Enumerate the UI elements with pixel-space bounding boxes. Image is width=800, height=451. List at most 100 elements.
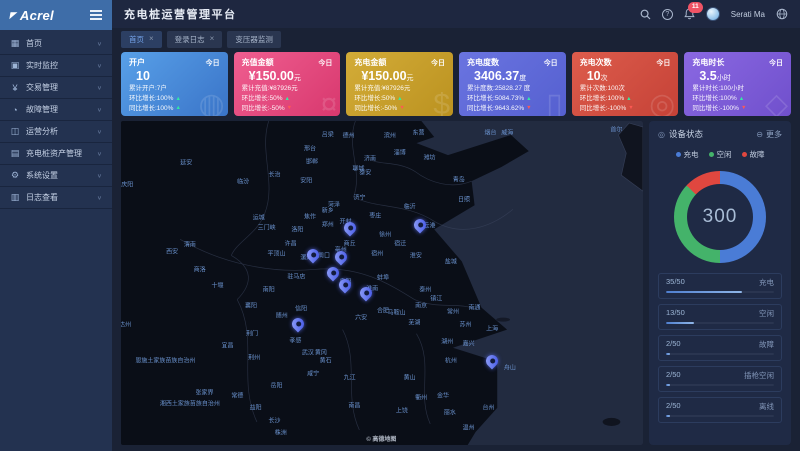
card-today-badge: 今日 [656, 58, 670, 68]
trend-up-icon: ▲ [397, 95, 402, 103]
help-icon[interactable]: ? [662, 9, 673, 20]
card-stat-text: 累计度数:25828.27 度 [467, 84, 530, 94]
status-count: 2/50 [666, 339, 681, 350]
legend-item-空闲[interactable]: 空闲 [709, 149, 732, 160]
sidebar-item-label: 充电桩资产管理 [26, 148, 91, 159]
notification-badge: 11 [688, 2, 703, 13]
status-row-top: 2/50插枪空闲 [666, 370, 774, 381]
app-window: ◤ Acrel ▦首页∨▣实时监控∨¥交易管理∨◔故障管理∨◫运营分析∨ ▤ 充电桩… [0, 0, 800, 451]
sidebar-item-日志查看[interactable]: ▥日志查看∨ [0, 187, 112, 209]
sidebar-item-系统设置[interactable]: ⚙系统设置∨ [0, 165, 112, 187]
analysis-icon: ◫ [10, 126, 20, 137]
notification-bell-icon[interactable]: 11 [684, 8, 695, 20]
status-count: 35/50 [666, 277, 685, 288]
sidebar-item-交易管理[interactable]: ¥交易管理∨ [0, 77, 112, 99]
card-stat-text: 同比增长:-50% [354, 104, 397, 114]
chevron-down-icon: ∨ [97, 194, 102, 200]
card-stat-text: 同比增长:-50% [242, 104, 285, 114]
china-map[interactable]: 吕梁延安临汾长治安阳邢台邯郸德州聊城济南泰安滨州东营淄博潍坊烟台威海青岛日照临沂… [121, 121, 643, 445]
card-stat-line: 环比增长:5084.73%▲ [467, 94, 558, 104]
trend-up-icon: ▲ [739, 95, 744, 103]
close-icon[interactable]: × [210, 35, 215, 43]
sidebar-menu: ▦首页∨▣实时监控∨¥交易管理∨◔故障管理∨◫运营分析∨▤充电桩资产管理∨⚙系统… [0, 30, 112, 451]
legend-label: 故障 [750, 149, 765, 160]
trend-down-icon: ▼ [399, 104, 404, 112]
status-label: 故障 [759, 339, 774, 350]
legend-item-故障[interactable]: 故障 [742, 149, 765, 160]
panel-header: ◎ 设备状态 ⊖ 更多 [658, 128, 782, 140]
sidebar-item-充电桩资产管理[interactable]: ▤充电桩资产管理∨ [0, 143, 112, 165]
card-stat-text: 累计充值:¥87926元 [242, 84, 298, 94]
card-value: ¥150.00元 [249, 69, 333, 83]
legend-item-充电[interactable]: 充电 [676, 149, 699, 160]
status-progress-fill [666, 291, 742, 293]
card-stat-line: 同比增长:-100%▼ [692, 104, 783, 114]
status-row-插枪空闲: 2/50插枪空闲 [658, 366, 782, 392]
sidebar-item-首页[interactable]: ▦首页∨ [0, 33, 112, 55]
sidebar-item-故障管理[interactable]: ◔故障管理∨ [0, 99, 112, 121]
chevron-down-icon: ∨ [97, 62, 102, 68]
card-stat-text: 累计时长:100小时 [692, 84, 744, 94]
chevron-down-icon: ∨ [97, 128, 102, 134]
card-stat-line: 同比增长:9643.62%▼ [467, 104, 558, 114]
card-today-badge: 今日 [431, 58, 445, 68]
transaction-icon: ¥ [10, 83, 20, 93]
card-stat-line: 累计开户:7户 [129, 84, 220, 94]
card-title: 开户 [129, 57, 145, 68]
legend-label: 空闲 [717, 149, 732, 160]
status-count: 13/50 [666, 308, 685, 319]
sidebar-item-label: 系统设置 [26, 170, 91, 181]
tab-变压器监测[interactable]: 变压器监测 [227, 31, 281, 48]
asset-icon: ▤ [10, 148, 20, 159]
language-globe-icon[interactable] [776, 8, 788, 20]
sidebar-item-label: 日志查看 [26, 192, 91, 203]
tab-label: 首页 [129, 34, 144, 45]
tab-bar: 首页×登录日志×变压器监测 [112, 28, 800, 50]
sidebar-item-运营分析[interactable]: ◫运营分析∨ [0, 121, 112, 143]
card-value: ¥150.00元 [361, 69, 445, 83]
card-stat-line: 同比增长:100%▲ [129, 104, 220, 114]
card-stat-line: 累计次数:100次 [580, 84, 671, 94]
status-row-故障: 2/50 故障 [658, 335, 782, 361]
card-stat-text: 环比增长:50% [354, 94, 395, 104]
map-background [121, 121, 643, 445]
card-stat-text: 同比增长:-100% [580, 104, 627, 114]
search-icon[interactable] [640, 9, 651, 20]
trend-down-icon: ▼ [628, 104, 633, 112]
status-progress-fill [666, 353, 670, 355]
panel-title: 设备状态 [669, 128, 703, 140]
card-stat-line: 累计时长:100小时 [692, 84, 783, 94]
card-stat-line: 累计度数:25828.27 度 [467, 84, 558, 94]
card-stat-text: 环比增长:100% [129, 94, 173, 104]
status-row-top: 2/50离线 [666, 401, 774, 412]
avatar[interactable] [706, 7, 720, 21]
chevron-down-icon: ∨ [97, 172, 102, 178]
stat-card-充电次数: 充电次数今日10次累计次数:100次环比增长:100%▲同比增长:-100%▼◎ [572, 52, 679, 116]
stat-cards-row: 开户今日10累计开户:7户环比增长:100%▲同比增长:100%▲◍充值金额今日… [112, 50, 800, 116]
tab-登录日志[interactable]: 登录日志× [167, 31, 223, 48]
chevron-down-icon: ∨ [97, 40, 102, 46]
card-title: 充值金额 [242, 57, 274, 68]
card-stat-text: 环比增长:50% [242, 94, 283, 104]
sidebar: ◤ Acrel ▦首页∨▣实时监控∨¥交易管理∨◔故障管理∨◫运营分析∨ ▤ 充电桩… [0, 0, 112, 451]
close-icon[interactable]: × [149, 35, 154, 43]
user-name: Serati Ma [731, 10, 765, 19]
tab-首页[interactable]: 首页 × [121, 31, 162, 48]
card-value: 10次 [587, 69, 671, 83]
trend-down-icon: ▼ [287, 104, 292, 112]
card-stat-text: 累计次数:100次 [580, 84, 625, 94]
logo-strip: ◤ Acrel [0, 0, 112, 30]
status-icon: ◎ [658, 130, 665, 139]
menu-collapse-icon[interactable] [90, 14, 102, 16]
more-button[interactable]: ⊖ 更多 [756, 129, 782, 140]
card-stat-line: 同比增长:-100%▼ [580, 104, 671, 114]
sidebar-item-实时监控[interactable]: ▣实时监控∨ [0, 55, 112, 77]
chevron-down-icon: ∨ [97, 106, 102, 112]
device-status-donut-chart[interactable]: 300 [674, 171, 766, 263]
card-stat-line: 累计充值:¥87926元 [354, 84, 445, 94]
logo-mark-icon: ◤ [9, 10, 18, 21]
card-title: 充电时长 [692, 57, 724, 68]
card-header: 充电度数今日 [467, 57, 558, 68]
status-row-top: 13/50空闲 [666, 308, 774, 319]
stat-card-充电度数: 充电度数今日3406.37度累计度数:25828.27 度环比增长:5084.7… [459, 52, 566, 116]
